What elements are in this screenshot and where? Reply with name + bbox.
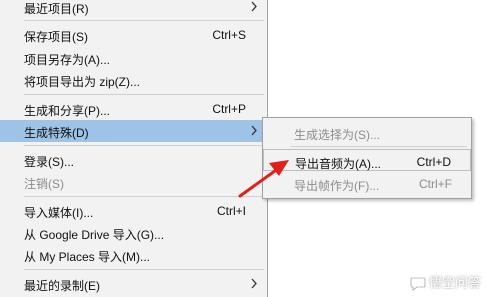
- red-arrow-annotation: [238, 160, 289, 198]
- speech-bubble-icon: [410, 277, 426, 291]
- watermark-text: 悟空问答: [428, 275, 481, 290]
- watermark: 悟空问答: [410, 272, 481, 291]
